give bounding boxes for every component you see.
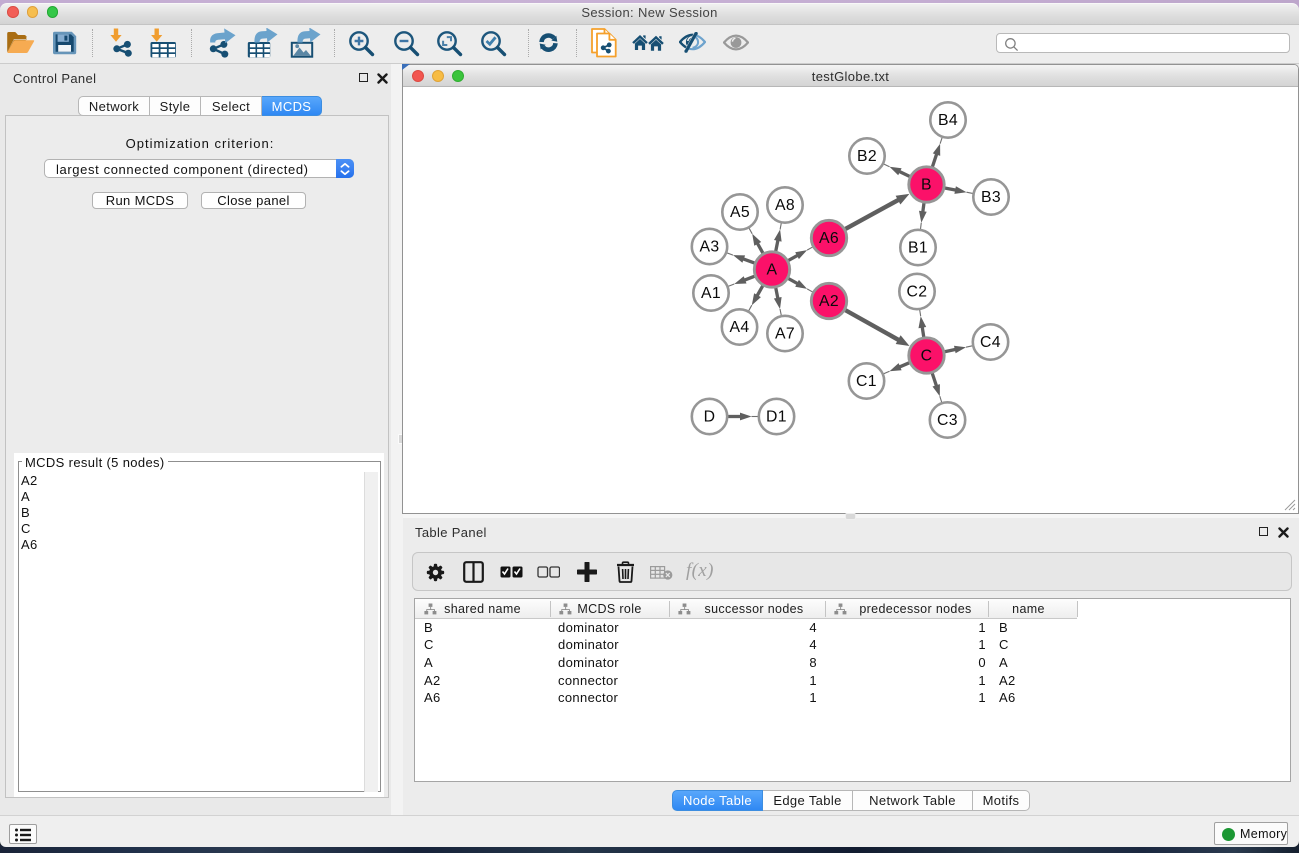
svg-text:A3: A3 [699,239,719,256]
svg-text:D1: D1 [766,409,787,426]
svg-text:C1: C1 [856,373,877,390]
svg-text:A2: A2 [819,293,839,310]
svg-text:B2: B2 [857,148,877,165]
svg-text:A5: A5 [730,204,750,221]
svg-text:A7: A7 [775,326,795,343]
svg-text:A4: A4 [729,319,749,336]
svg-text:B4: B4 [938,112,958,129]
svg-text:A1: A1 [701,285,721,302]
svg-text:C2: C2 [907,284,928,301]
svg-text:A: A [767,262,778,279]
svg-text:B: B [921,177,932,194]
svg-text:C4: C4 [980,334,1001,351]
svg-text:B1: B1 [908,240,928,257]
svg-text:C: C [921,348,933,365]
svg-text:A8: A8 [775,197,795,214]
svg-text:C3: C3 [937,412,958,429]
svg-text:A6: A6 [819,230,839,247]
svg-text:D: D [704,409,716,426]
svg-text:B3: B3 [981,189,1001,206]
